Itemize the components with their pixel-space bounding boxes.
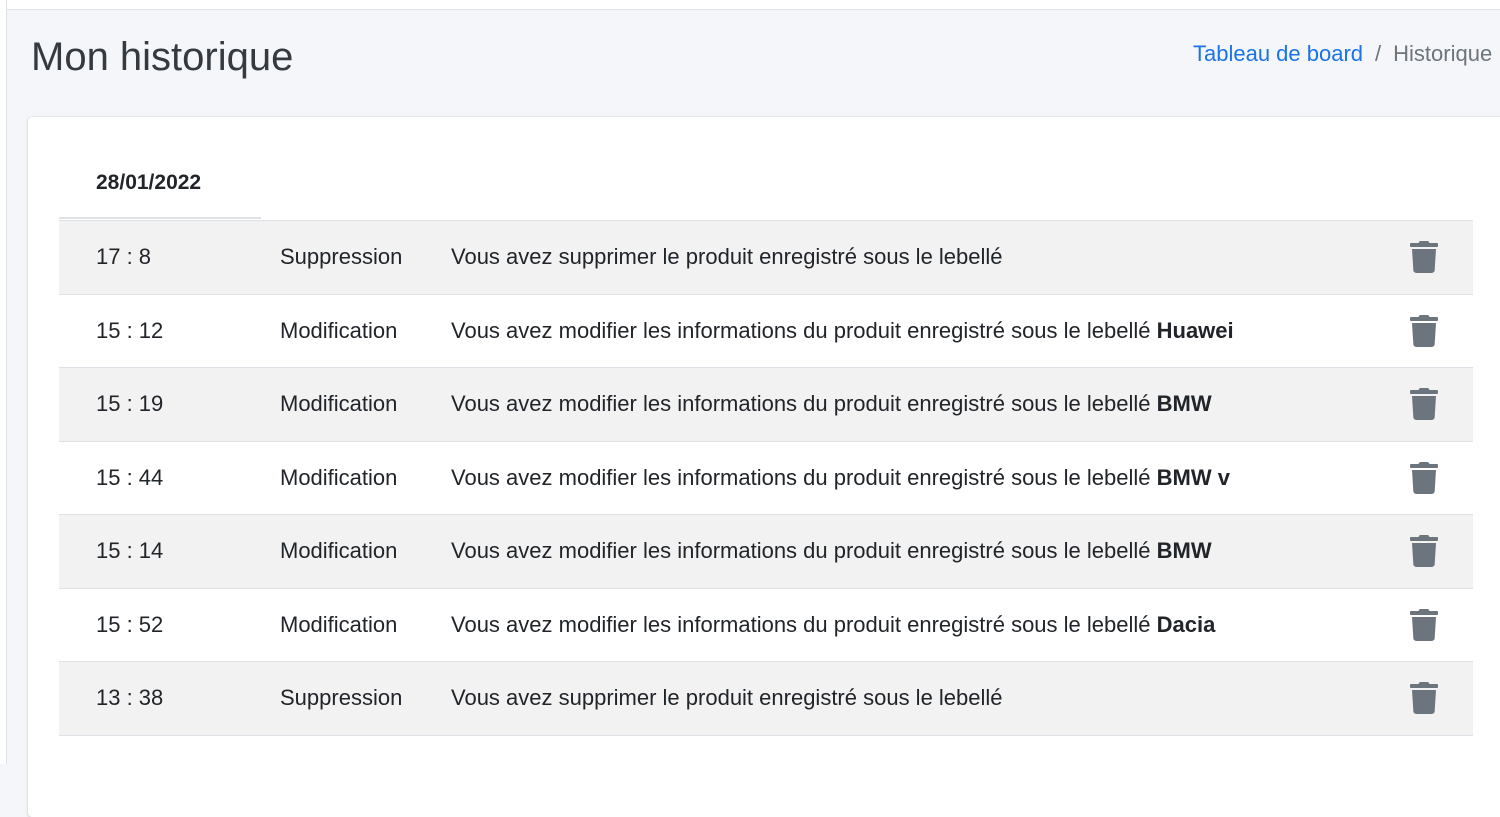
row-description-text: Vous avez modifier les informations du p… bbox=[451, 611, 1151, 637]
row-time: 15 : 19 bbox=[96, 391, 164, 416]
table-row: 15 : 44 Modification Vous avez modifier … bbox=[59, 440, 1473, 515]
row-description-text: Vous avez modifier les informations du p… bbox=[451, 538, 1151, 563]
row-action: Modification bbox=[280, 464, 398, 490]
trash-icon[interactable] bbox=[1409, 314, 1439, 347]
page-title: Mon historique bbox=[31, 35, 294, 79]
row-description-text: Vous avez supprimer le produit enregistr… bbox=[451, 685, 1003, 710]
date-tab-label: 28/01/2022 bbox=[96, 171, 202, 194]
row-description-text: Vous avez modifier les informations du p… bbox=[451, 391, 1151, 416]
row-action: Modification bbox=[280, 391, 398, 416]
table-row: 13 : 38 Suppression Vous avez supprimer … bbox=[59, 661, 1473, 735]
row-product-name: BMW bbox=[1156, 538, 1212, 563]
trash-icon[interactable] bbox=[1409, 682, 1439, 714]
trash-icon[interactable] bbox=[1409, 608, 1439, 641]
row-action: Modification bbox=[280, 611, 398, 637]
row-time: 15 : 12 bbox=[96, 317, 164, 343]
row-product-name: Huawei bbox=[1156, 317, 1234, 343]
row-description: Vous avez supprimer le produit enregistr… bbox=[451, 244, 1003, 270]
table-row: 15 : 52 Modification Vous avez modifier … bbox=[59, 587, 1473, 662]
row-description-text: Vous avez modifier les informations du p… bbox=[451, 464, 1151, 490]
date-tab[interactable]: 28/01/2022 bbox=[59, 147, 261, 219]
breadcrumb-home-link[interactable]: Tableau de board bbox=[1193, 41, 1363, 66]
row-description: Vous avez modifier les informations du p… bbox=[451, 465, 1230, 491]
breadcrumb-separator: / bbox=[1375, 41, 1382, 66]
sidebar-edge bbox=[0, 0, 7, 764]
row-description: Vous avez modifier les informations du p… bbox=[451, 318, 1234, 344]
row-action: Modification bbox=[280, 317, 398, 343]
table-row: 15 : 19 Modification Vous avez modifier … bbox=[59, 367, 1473, 441]
row-action: Modification bbox=[280, 538, 398, 563]
row-product-name: BMW bbox=[1156, 391, 1212, 416]
table-row: 15 : 12 Modification Vous avez modifier … bbox=[59, 293, 1473, 368]
trash-icon[interactable] bbox=[1409, 241, 1439, 273]
breadcrumb: Tableau de board / Historique bbox=[1193, 40, 1492, 68]
row-description: Vous avez modifier les informations du p… bbox=[451, 612, 1215, 638]
trash-icon[interactable] bbox=[1409, 461, 1439, 494]
breadcrumb-current: Historique bbox=[1393, 41, 1493, 66]
table-row: 17 : 8 Suppression Vous avez supprimer l… bbox=[59, 220, 1473, 294]
row-time: 15 : 52 bbox=[96, 611, 164, 637]
trash-icon[interactable] bbox=[1409, 535, 1439, 567]
row-action: Suppression bbox=[280, 244, 403, 269]
row-time: 15 : 44 bbox=[96, 464, 164, 490]
row-description-text: Vous avez supprimer le produit enregistr… bbox=[451, 244, 1003, 269]
row-time: 13 : 38 bbox=[96, 685, 164, 710]
row-product-name: BMW v bbox=[1156, 464, 1230, 490]
history-table: 17 : 8 Suppression Vous avez supprimer l… bbox=[59, 220, 1473, 808]
row-description: Vous avez supprimer le produit enregistr… bbox=[451, 685, 1003, 711]
row-description: Vous avez modifier les informations du p… bbox=[451, 538, 1212, 564]
row-time: 17 : 8 bbox=[96, 244, 152, 269]
trash-icon[interactable] bbox=[1409, 388, 1439, 420]
row-time: 15 : 14 bbox=[96, 538, 164, 563]
row-description-text: Vous avez modifier les informations du p… bbox=[451, 317, 1151, 343]
history-card: 28/01/2022 17 : 8 Suppression Vous avez … bbox=[28, 117, 1500, 817]
row-action: Suppression bbox=[280, 685, 403, 710]
top-navbar bbox=[0, 0, 1500, 10]
table-row: 15 : 14 Modification Vous avez modifier … bbox=[59, 514, 1473, 588]
row-product-name: Dacia bbox=[1156, 611, 1216, 637]
table-row-partial bbox=[59, 734, 1473, 809]
row-description: Vous avez modifier les informations du p… bbox=[451, 391, 1212, 417]
